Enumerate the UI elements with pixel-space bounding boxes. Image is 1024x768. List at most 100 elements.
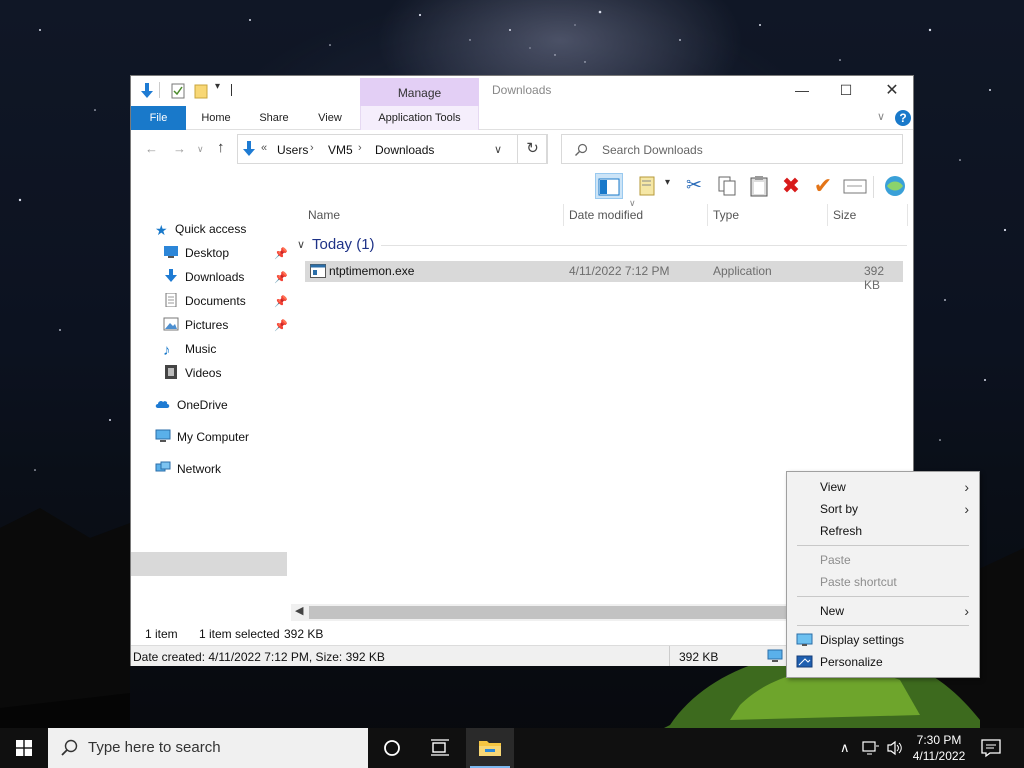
- tab-view[interactable]: View: [309, 106, 351, 130]
- address-bar[interactable]: « Users › VM5 › Downloads ∨: [237, 134, 547, 164]
- customize-qat-icon[interactable]: ▾: [215, 81, 220, 99]
- videos-icon: [165, 365, 177, 379]
- tab-share[interactable]: Share: [253, 106, 295, 130]
- item-count: 1 item: [145, 627, 178, 641]
- file-name: ntptimemon.exe: [329, 264, 415, 278]
- display-icon: [796, 633, 813, 646]
- properties-icon[interactable]: [171, 82, 185, 100]
- search-icon: [575, 143, 588, 156]
- menu-item-display-settings[interactable]: Display settings: [787, 629, 979, 651]
- breadcrumb-overflow[interactable]: «: [261, 142, 267, 154]
- submenu-arrow-icon: ›: [964, 603, 969, 619]
- taskbar-search[interactable]: Type here to search: [48, 728, 368, 768]
- computer-zone-icon: [767, 649, 783, 662]
- nav-item-downloads[interactable]: Downloads: [163, 266, 244, 288]
- tab-application-tools[interactable]: Application Tools: [360, 106, 479, 130]
- address-row: ← → ∨ ↑ « Users › VM5 › Downloads ∨ ↻ Se…: [131, 131, 913, 169]
- column-separator: [707, 204, 708, 226]
- new-item-icon[interactable]: [634, 173, 662, 199]
- cortana-icon[interactable]: [368, 728, 416, 768]
- selected-count: 1 item selected: [199, 627, 280, 641]
- menu-item-paste-shortcut[interactable]: Paste shortcut: [787, 571, 979, 593]
- maximize-button[interactable]: ☐: [823, 76, 869, 106]
- breadcrumb-downloads[interactable]: Downloads: [375, 143, 434, 157]
- clock-time: 7:30 PM: [916, 733, 962, 747]
- nav-quick-access[interactable]: ★ Quick access: [155, 218, 246, 240]
- start-button[interactable]: [0, 728, 48, 768]
- new-folder-icon[interactable]: [194, 82, 208, 100]
- forward-button[interactable]: →: [173, 141, 186, 156]
- nav-item-pictures[interactable]: Pictures: [163, 314, 228, 336]
- command-toolbar: ▾ ✂ ✖ ✔: [131, 170, 913, 202]
- back-button[interactable]: ←: [145, 141, 158, 156]
- scrollbar-thumb[interactable]: [309, 606, 799, 619]
- menu-item-view[interactable]: View ›: [787, 476, 979, 498]
- window-title: Downloads: [492, 83, 552, 97]
- delete-icon[interactable]: ✖: [777, 173, 805, 199]
- pin-icon[interactable]: 📌: [274, 319, 288, 332]
- column-separator: [827, 204, 828, 226]
- preview-pane-icon[interactable]: [595, 173, 623, 199]
- clock[interactable]: 7:30 PM 4/11/2022: [906, 732, 972, 764]
- nav-item-desktop[interactable]: Desktop: [163, 242, 229, 264]
- network-tray-icon[interactable]: [862, 740, 880, 756]
- address-history-icon[interactable]: ∨: [494, 143, 502, 156]
- action-center-icon[interactable]: [980, 738, 1002, 758]
- selected-size: 392 KB: [284, 627, 324, 641]
- nav-onedrive[interactable]: OneDrive: [155, 394, 228, 416]
- minimize-button[interactable]: —: [779, 76, 825, 106]
- down-arrow-icon[interactable]: [139, 82, 155, 100]
- group-collapse-icon[interactable]: ∨: [297, 238, 305, 251]
- menu-item-new[interactable]: New ›: [787, 600, 979, 622]
- copy-icon[interactable]: [713, 173, 741, 199]
- cut-icon[interactable]: ✂: [680, 173, 708, 199]
- tab-home[interactable]: Home: [195, 106, 237, 130]
- nav-item-music[interactable]: ♪ Music: [163, 338, 216, 360]
- refresh-button[interactable]: ↻: [517, 134, 548, 164]
- details-size: 392 KB: [679, 650, 719, 664]
- column-header-date-modified[interactable]: Date modified: [569, 208, 643, 222]
- nav-network[interactable]: Network: [155, 458, 221, 480]
- pin-icon[interactable]: 📌: [274, 295, 288, 308]
- show-hidden-icons-icon[interactable]: ∧: [840, 740, 850, 756]
- computer-icon: [155, 429, 171, 442]
- group-header-today[interactable]: Today (1): [312, 236, 375, 253]
- menu-item-sort-by[interactable]: Sort by ›: [787, 498, 979, 520]
- nav-my-computer[interactable]: My Computer: [155, 426, 249, 448]
- column-header-type[interactable]: Type: [713, 208, 739, 222]
- rename-check-icon[interactable]: ✔: [809, 173, 837, 199]
- file-explorer-taskbar-icon[interactable]: [466, 728, 514, 768]
- task-view-icon[interactable]: [416, 728, 464, 768]
- pin-icon[interactable]: 📌: [274, 247, 288, 260]
- file-type: Application: [713, 264, 772, 278]
- new-item-dropdown-icon[interactable]: ▾: [665, 177, 670, 188]
- globe-icon[interactable]: [881, 173, 909, 199]
- breadcrumb-vm5[interactable]: VM5: [328, 143, 353, 157]
- recent-locations-icon[interactable]: ∨: [197, 144, 204, 155]
- nav-item-videos[interactable]: Videos: [163, 362, 221, 384]
- menu-item-refresh[interactable]: Refresh: [787, 520, 979, 542]
- up-button[interactable]: ↑: [217, 139, 225, 156]
- breadcrumb-chevron-icon[interactable]: ›: [310, 142, 314, 154]
- breadcrumb-chevron-icon[interactable]: ›: [358, 142, 362, 154]
- pin-icon[interactable]: 📌: [274, 271, 288, 284]
- column-header-size[interactable]: Size: [833, 208, 856, 222]
- breadcrumb-users[interactable]: Users: [277, 143, 308, 157]
- properties-toolbar-icon[interactable]: [841, 173, 869, 199]
- help-icon[interactable]: ?: [894, 109, 912, 127]
- column-header-name[interactable]: Name: [308, 208, 340, 222]
- search-icon: [61, 739, 78, 756]
- scroll-left-icon[interactable]: ◀: [295, 604, 303, 617]
- menu-item-personalize[interactable]: Personalize: [787, 651, 979, 673]
- paste-icon[interactable]: [745, 173, 773, 199]
- nav-selection-highlight: [131, 552, 287, 576]
- tab-file[interactable]: File: [131, 106, 186, 130]
- close-button[interactable]: ✕: [869, 76, 915, 106]
- file-row[interactable]: ntptimemon.exe 4/11/2022 7:12 PM Applica…: [305, 261, 903, 292]
- nav-item-documents[interactable]: Documents: [163, 290, 246, 312]
- search-box[interactable]: Search Downloads: [561, 134, 903, 164]
- expand-ribbon-icon[interactable]: ∨: [877, 110, 885, 123]
- menu-item-paste[interactable]: Paste: [787, 549, 979, 571]
- volume-icon[interactable]: [886, 740, 904, 756]
- network-icon: [155, 461, 171, 472]
